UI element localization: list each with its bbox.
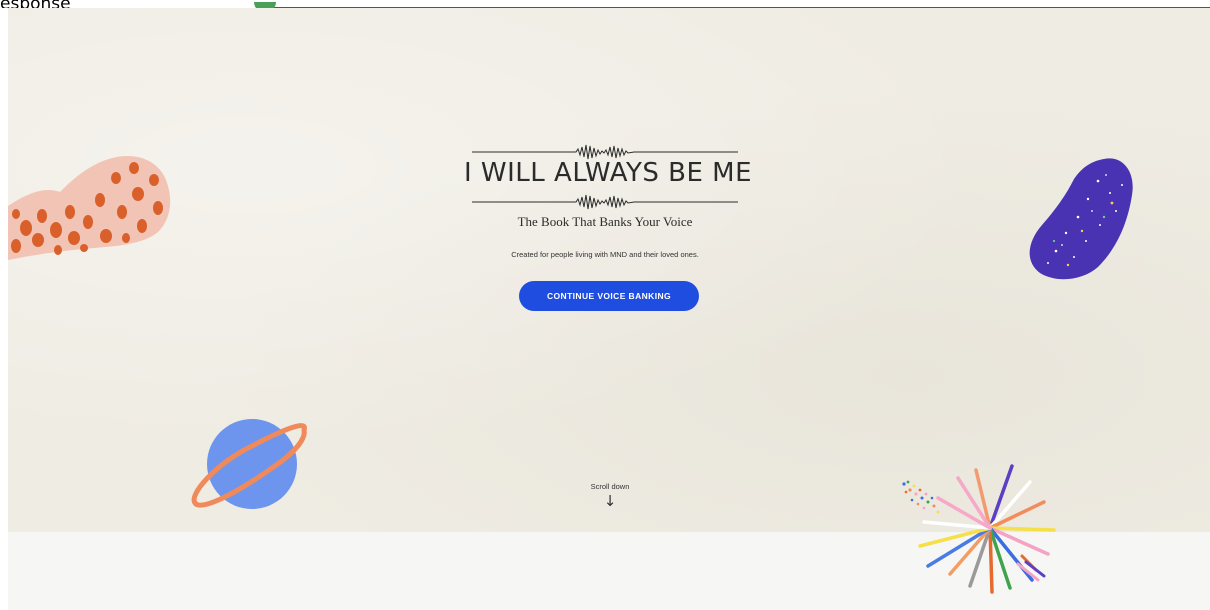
left-edge — [0, 8, 8, 610]
subtitle: The Book That Banks Your Voice — [517, 214, 693, 229]
tagline: Created for people living with MND and t… — [511, 250, 699, 259]
leopard-blob-icon — [8, 156, 171, 260]
starburst-icon — [902, 464, 1056, 594]
arrow-down-icon[interactable]: ↓ — [560, 492, 660, 510]
logo-title: I WILL ALWAYS BE ME — [464, 158, 753, 188]
planet-icon — [191, 419, 307, 509]
scroll-down-label: Scroll down — [590, 482, 630, 491]
logo: I WILL ALWAYS BE ME — [464, 140, 753, 212]
continue-voice-banking-button[interactable]: CONTINUE VOICE BANKING — [519, 281, 699, 311]
